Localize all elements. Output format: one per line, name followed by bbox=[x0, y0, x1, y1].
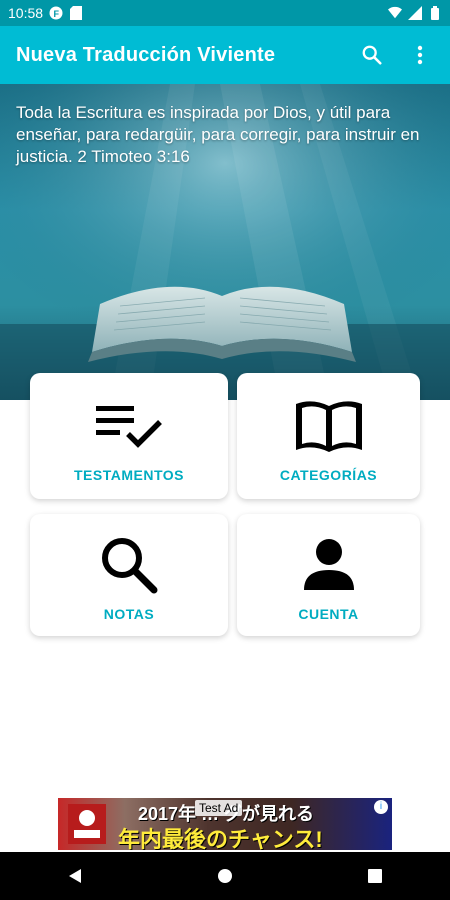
svg-text:F: F bbox=[54, 9, 60, 19]
test-ad-badge: Test Ad bbox=[195, 800, 243, 816]
recents-icon bbox=[368, 869, 382, 883]
app-notification-icon: F bbox=[49, 6, 63, 20]
book-open-icon bbox=[295, 401, 362, 452]
verse-text: Toda la Escritura es inspirada por Dios,… bbox=[16, 103, 420, 166]
search-button[interactable] bbox=[358, 41, 386, 69]
recents-button[interactable] bbox=[355, 856, 395, 896]
home-icon bbox=[218, 869, 232, 883]
categorias-card[interactable]: CATEGORÍAS bbox=[237, 373, 420, 499]
testamentos-card[interactable]: TESTAMENTOS bbox=[30, 373, 228, 499]
playlist-check-icon bbox=[96, 406, 162, 448]
app-title: Nueva Traducción Viviente bbox=[16, 43, 276, 66]
overflow-menu-button[interactable] bbox=[406, 41, 434, 69]
back-button[interactable] bbox=[55, 856, 95, 896]
notas-label: NOTAS bbox=[103, 606, 155, 622]
hero-banner: Toda la Escritura es inspirada por Dios,… bbox=[0, 84, 450, 400]
status-time: 10:58 bbox=[8, 5, 44, 21]
status-bar: 10:58 F bbox=[0, 0, 450, 26]
ad-line-2: 年内最後のチャンス! bbox=[118, 827, 323, 850]
magnifier-icon bbox=[102, 538, 158, 594]
person-icon bbox=[303, 539, 354, 590]
ad-banner[interactable]: 2017年 … グが見れる 年内最後のチャンス! Test Ad i bbox=[58, 798, 392, 850]
ad-logo-icon bbox=[68, 804, 106, 844]
signal-icon bbox=[408, 6, 422, 20]
system-nav-bar bbox=[0, 852, 450, 900]
notas-card[interactable]: NOTAS bbox=[30, 514, 228, 636]
more-vert-icon bbox=[417, 45, 423, 65]
cuenta-label: CUENTA bbox=[298, 606, 359, 622]
cuenta-card[interactable]: CUENTA bbox=[237, 514, 420, 636]
sd-card-icon bbox=[69, 6, 83, 20]
ad-info-icon[interactable]: i bbox=[374, 800, 388, 814]
search-icon bbox=[362, 45, 382, 65]
battery-icon bbox=[428, 6, 442, 20]
app-bar: Nueva Traducción Viviente bbox=[0, 26, 450, 84]
back-icon bbox=[69, 869, 81, 883]
wifi-icon bbox=[388, 6, 402, 20]
testamentos-label: TESTAMENTOS bbox=[74, 467, 184, 483]
home-button[interactable] bbox=[205, 856, 245, 896]
categorias-label: CATEGORÍAS bbox=[279, 467, 378, 483]
